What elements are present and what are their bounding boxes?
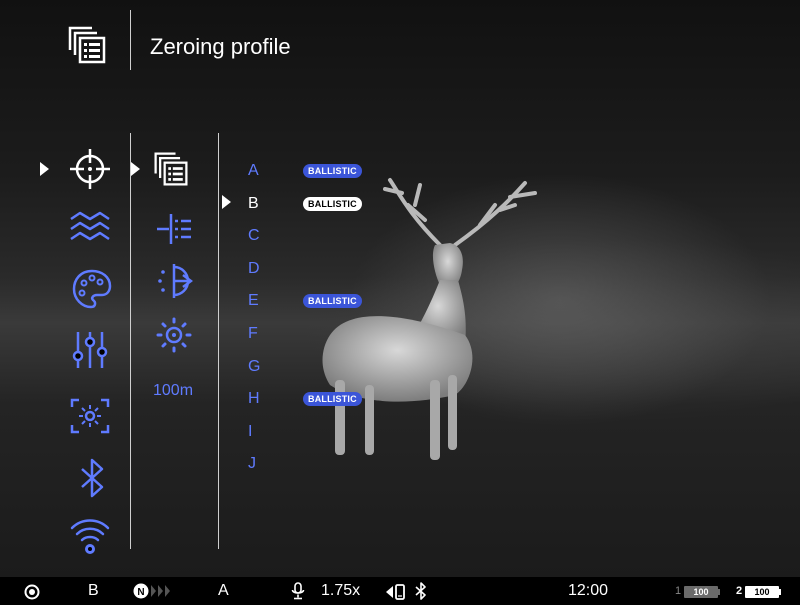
bluetooth-icon[interactable]	[70, 456, 114, 500]
battery2-indicator: 100	[745, 586, 779, 598]
ballistic-badge: BALLISTIC	[303, 294, 362, 308]
sub-menu-selection-pointer	[131, 162, 140, 176]
ballistic-badge: BALLISTIC	[303, 164, 362, 178]
brightness-frame-icon[interactable]	[68, 394, 112, 438]
bluetooth-icon	[415, 582, 426, 600]
speaker-phone-icon	[386, 584, 405, 600]
sliders-icon[interactable]	[68, 328, 112, 372]
reticle-settings-icon[interactable]	[155, 210, 193, 248]
deer-silhouette	[322, 178, 537, 460]
record-icon	[24, 584, 40, 600]
header-divider	[130, 10, 131, 70]
wifi-settings-icon[interactable]	[68, 512, 112, 556]
profile-letter: D	[248, 260, 260, 277]
sub-menu-divider	[218, 133, 219, 549]
profile-letter: E	[248, 292, 259, 309]
zeroing-profile-icon	[68, 26, 106, 64]
profile-letter: G	[248, 358, 261, 375]
svg-text:N: N	[137, 587, 144, 598]
nuc-mode-icon: N	[133, 583, 170, 599]
status-profile: B	[88, 582, 99, 599]
profile-letter: C	[248, 227, 260, 244]
ballistic-badge: BALLISTIC	[303, 197, 362, 211]
calibration-mode: A	[218, 582, 229, 599]
profile-letter: J	[248, 455, 256, 472]
crosshair-icon[interactable]	[68, 147, 112, 191]
calibration-waves-icon[interactable]	[68, 205, 112, 249]
zeroing-distance-value[interactable]: 100m	[153, 382, 193, 400]
zoom-level: 1.75x	[321, 582, 361, 599]
battery1-indicator: 100	[684, 586, 718, 598]
page-title: Zeroing profile	[150, 34, 291, 59]
profile-selection-pointer	[222, 195, 231, 209]
thermal-scene	[0, 0, 800, 577]
main-menu-divider	[130, 133, 131, 549]
clock: 12:00	[568, 582, 609, 599]
sight-brightness-icon[interactable]	[155, 316, 193, 354]
profile-letter: B	[248, 195, 259, 212]
profile-letter: I	[248, 423, 253, 440]
zeroing-profile-icon[interactable]	[152, 150, 190, 188]
profile-letter: H	[248, 390, 260, 407]
zeroing-distance-icon[interactable]	[155, 262, 193, 300]
battery1-terminal	[718, 589, 720, 595]
main-menu-selection-pointer	[40, 162, 49, 176]
palette-icon[interactable]	[70, 267, 114, 311]
battery1-label: 1	[675, 585, 682, 597]
status-bar: B N A 1.75x 12:00 1 100 2 100	[0, 577, 800, 605]
profile-letter: A	[248, 162, 259, 179]
battery2-label: 2	[736, 585, 743, 597]
battery2-value: 100	[754, 587, 770, 597]
ballistic-badge: BALLISTIC	[303, 392, 362, 406]
microphone-icon	[291, 582, 305, 600]
battery1-value: 100	[693, 587, 709, 597]
battery2-terminal	[779, 589, 781, 595]
profile-letter: F	[248, 325, 258, 342]
